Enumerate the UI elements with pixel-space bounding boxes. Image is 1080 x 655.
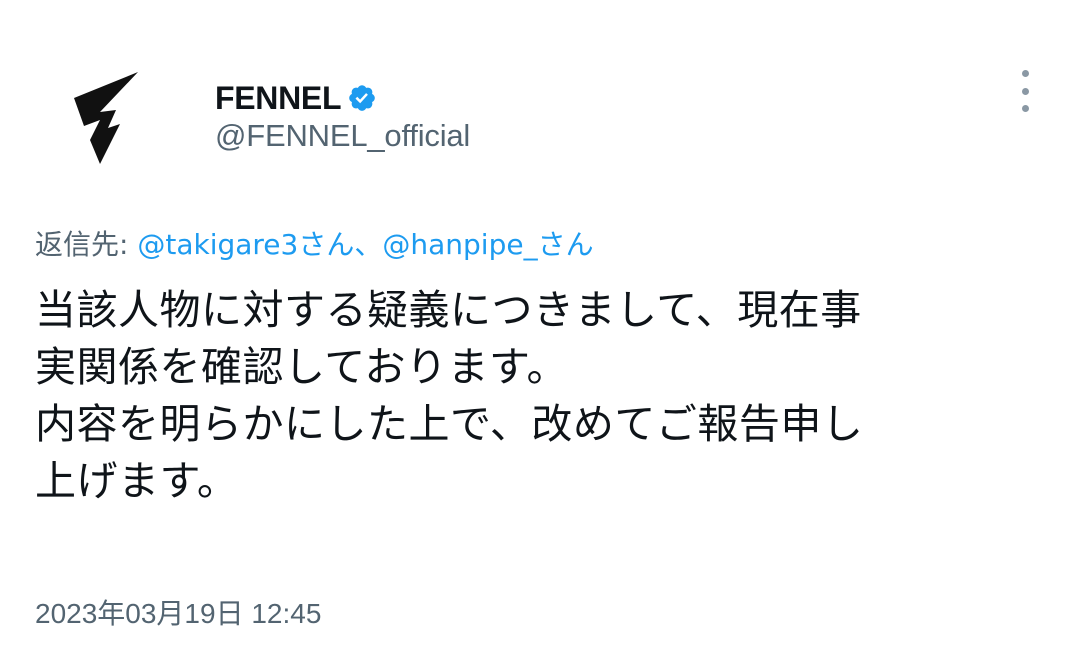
tweet-text-line: 当該人物に対する疑義につきまして、現在事 bbox=[35, 286, 862, 334]
tweet-text-line: 内容を明らかにした上で、改めてご報告申し bbox=[35, 400, 864, 448]
replying-to-label: 返信先: bbox=[35, 228, 138, 261]
more-dot bbox=[1021, 70, 1029, 77]
more-dot bbox=[1021, 87, 1029, 95]
author-display-name[interactable]: FENNEL bbox=[215, 80, 342, 117]
tweet-text-line: 上げます。 bbox=[35, 457, 239, 505]
more-dot bbox=[1021, 105, 1029, 112]
fennel-logo-icon bbox=[74, 72, 138, 164]
more-options-icon[interactable] bbox=[1010, 70, 1040, 112]
mention-takigare3[interactable]: @takigare3 bbox=[137, 228, 298, 261]
tweet-timestamp[interactable]: 2023年03月19日 12:45 bbox=[35, 592, 321, 632]
mention-suffix: さん、 bbox=[298, 228, 383, 261]
author-handle[interactable]: @FENNEL_official bbox=[215, 118, 470, 154]
verified-badge-icon bbox=[347, 83, 377, 113]
author-name-row[interactable]: FENNEL bbox=[215, 76, 377, 120]
mention-hanpipe[interactable]: @hanpipe_ bbox=[382, 228, 537, 261]
tweet-text: 当該人物に対する疑義につきまして、現在事 実関係を確認しております。 内容を明ら… bbox=[35, 282, 1040, 510]
tweet: FENNEL @FENNEL_official 返信先: @takigare3さ… bbox=[0, 0, 1080, 655]
tweet-text-line: 実関係を確認しております。 bbox=[35, 343, 568, 391]
mention-suffix: さん bbox=[537, 228, 594, 261]
replying-to: 返信先: @takigare3さん、@hanpipe_さん bbox=[35, 223, 594, 263]
avatar[interactable] bbox=[60, 68, 156, 168]
